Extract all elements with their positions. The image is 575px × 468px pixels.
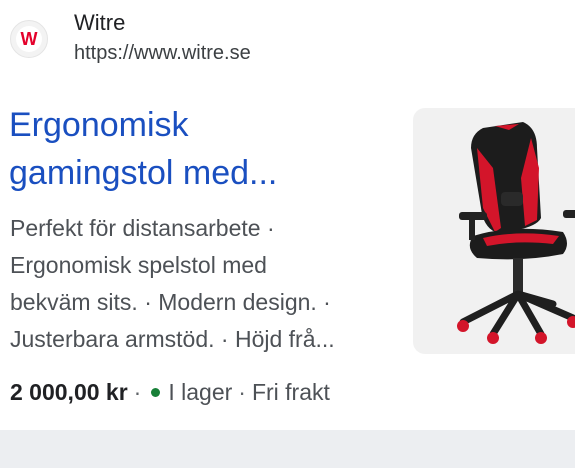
witre-logo-icon: W xyxy=(10,20,48,58)
svg-text:W: W xyxy=(21,29,38,49)
shipping-info: Fri frakt xyxy=(251,378,330,405)
snippet-line: Perfekt för distansarbete · xyxy=(10,215,275,241)
result-title-link[interactable]: Ergonomisk gamingstol med... xyxy=(9,101,389,197)
site-url: https://www.witre.se xyxy=(74,42,251,64)
product-price: 2 000,00 kr xyxy=(10,378,128,405)
site-name: Witre xyxy=(74,10,126,35)
result-divider xyxy=(0,430,575,468)
search-result-card[interactable]: W Witre https://www.witre.se Ergonomisk … xyxy=(0,0,575,430)
gaming-chair-image[interactable] xyxy=(413,108,575,354)
separator: · xyxy=(133,378,142,405)
site-header[interactable]: W Witre https://www.witre.se xyxy=(10,8,570,68)
stock-status: I lager xyxy=(168,378,233,405)
in-stock-dot-icon xyxy=(151,387,161,397)
price-availability-row: 2 000,00 kr · I lager · Fri frakt xyxy=(10,374,330,410)
snippet-line: bekväm sits. · Modern design. · xyxy=(10,289,331,315)
snippet-line: Justerbara armstöd. · Höjd frå... xyxy=(10,326,335,352)
result-snippet: Perfekt för distansarbete · Ergonomisk s… xyxy=(10,210,400,358)
snippet-line: Ergonomisk spelstol med xyxy=(10,252,267,278)
separator: · xyxy=(238,378,246,405)
result-title-line-2: gamingstol med... xyxy=(9,154,278,192)
result-title-line-1: Ergonomisk xyxy=(9,106,189,144)
